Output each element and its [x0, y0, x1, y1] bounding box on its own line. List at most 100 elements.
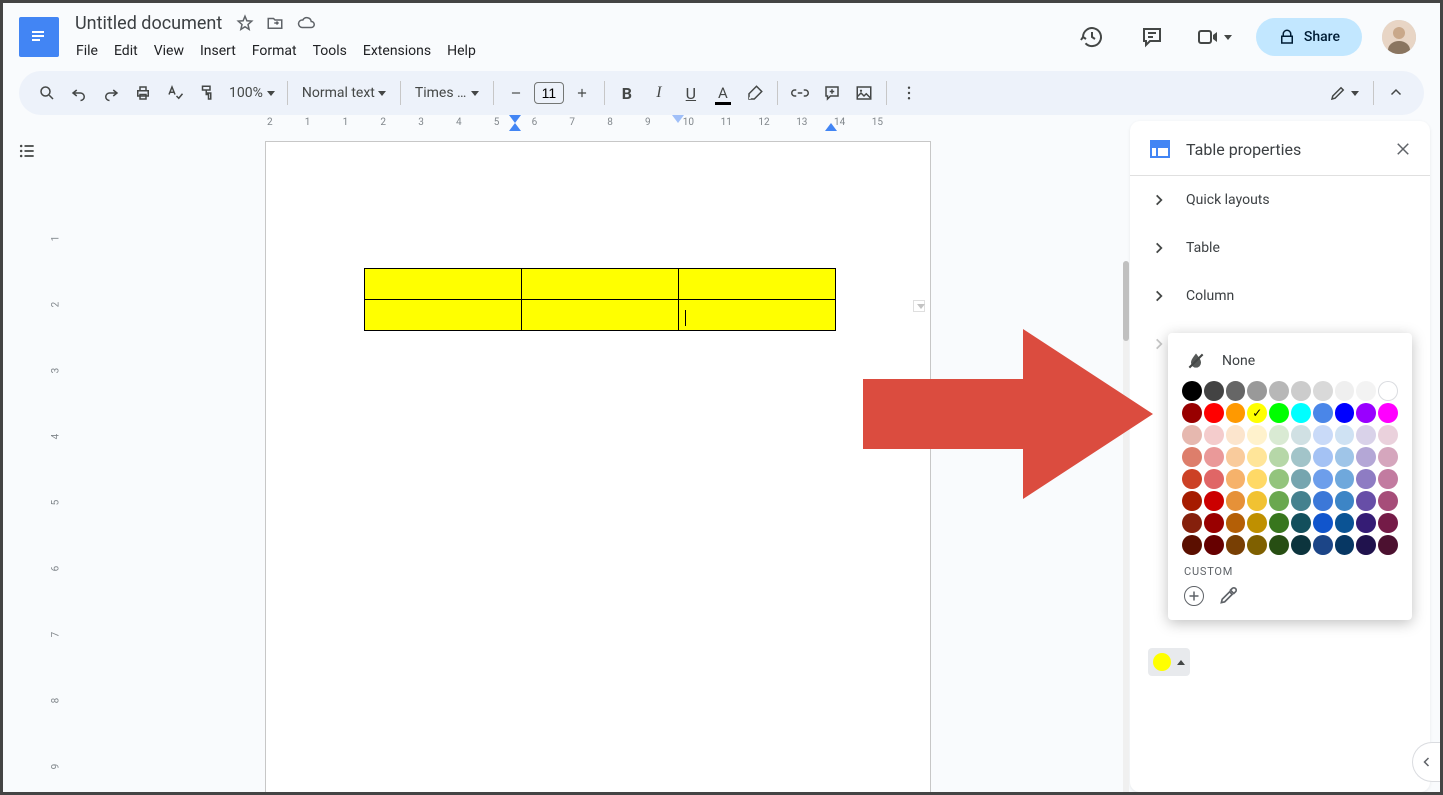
color-swatch[interactable] [1182, 513, 1202, 533]
menu-insert[interactable]: Insert [193, 39, 243, 63]
comments-icon[interactable] [1132, 17, 1172, 57]
color-swatch[interactable] [1247, 447, 1267, 467]
highlight-icon[interactable] [741, 79, 769, 107]
color-swatch[interactable] [1269, 513, 1289, 533]
color-swatch[interactable] [1291, 491, 1311, 511]
color-swatch[interactable]: ✓ [1247, 403, 1267, 423]
print-icon[interactable] [129, 79, 157, 107]
menu-extensions[interactable]: Extensions [356, 39, 438, 63]
font-dropdown[interactable]: Times … [407, 85, 487, 101]
undo-icon[interactable] [65, 79, 93, 107]
menu-tools[interactable]: Tools [306, 39, 354, 63]
menu-view[interactable]: View [147, 39, 191, 63]
color-swatch[interactable] [1269, 469, 1289, 489]
doc-title[interactable]: Untitled document [69, 11, 228, 36]
color-swatch[interactable] [1291, 403, 1311, 423]
outline-toggle-icon[interactable] [9, 133, 45, 169]
font-size-increase[interactable] [568, 79, 596, 107]
spellcheck-icon[interactable] [161, 79, 189, 107]
document-table[interactable] [364, 268, 836, 331]
collapse-toolbar-icon[interactable] [1382, 79, 1410, 107]
color-swatch[interactable] [1378, 403, 1398, 423]
underline-icon[interactable]: U [677, 79, 705, 107]
color-swatch[interactable] [1182, 403, 1202, 423]
color-swatch[interactable] [1269, 491, 1289, 511]
color-swatch[interactable] [1356, 403, 1376, 423]
color-swatch[interactable] [1313, 447, 1333, 467]
bold-icon[interactable]: B [613, 79, 641, 107]
color-swatch[interactable] [1335, 469, 1355, 489]
cloud-status-icon[interactable] [296, 14, 316, 32]
color-swatch[interactable] [1291, 425, 1311, 445]
table-cell[interactable] [365, 300, 522, 331]
table-cell[interactable] [679, 269, 836, 300]
color-swatch[interactable] [1313, 513, 1333, 533]
close-icon[interactable] [1394, 140, 1412, 158]
color-swatch[interactable] [1226, 403, 1246, 423]
color-swatch[interactable] [1335, 381, 1355, 401]
zoom-dropdown[interactable]: 100% [223, 85, 281, 101]
redo-icon[interactable] [97, 79, 125, 107]
table-cell[interactable] [365, 269, 522, 300]
color-swatch[interactable] [1247, 535, 1267, 555]
indent-marker-right-bottom[interactable] [825, 123, 837, 131]
section-column[interactable]: Column [1130, 272, 1430, 320]
table-row[interactable] [365, 300, 836, 331]
more-icon[interactable] [895, 79, 923, 107]
indent-marker-margin-top[interactable] [672, 115, 684, 123]
color-swatch[interactable] [1226, 447, 1246, 467]
color-swatch[interactable] [1182, 491, 1202, 511]
table-cell[interactable] [679, 300, 836, 331]
color-none-option[interactable]: None [1182, 341, 1398, 381]
color-swatch[interactable] [1204, 469, 1224, 489]
color-swatch[interactable] [1204, 491, 1224, 511]
menu-format[interactable]: Format [245, 39, 304, 63]
color-swatch[interactable] [1269, 425, 1289, 445]
section-table[interactable]: Table [1130, 224, 1430, 272]
link-icon[interactable] [786, 79, 814, 107]
color-swatch[interactable] [1182, 447, 1202, 467]
color-swatch[interactable] [1335, 447, 1355, 467]
star-icon[interactable] [236, 14, 254, 32]
color-swatch[interactable] [1204, 381, 1224, 401]
color-swatch[interactable] [1226, 469, 1246, 489]
color-swatch[interactable] [1335, 491, 1355, 511]
color-swatch[interactable] [1378, 469, 1398, 489]
history-icon[interactable] [1072, 17, 1112, 57]
horizontal-ruler[interactable]: 21123456789101112131415 [51, 115, 1130, 135]
color-swatch[interactable] [1182, 535, 1202, 555]
color-swatch[interactable] [1335, 535, 1355, 555]
color-swatch[interactable] [1356, 381, 1376, 401]
color-swatch[interactable] [1378, 535, 1398, 555]
menu-file[interactable]: File [69, 39, 105, 63]
color-swatch[interactable] [1204, 403, 1224, 423]
color-swatch[interactable] [1356, 491, 1376, 511]
color-swatch[interactable] [1247, 381, 1267, 401]
account-avatar[interactable] [1382, 20, 1416, 54]
eyedropper-icon[interactable] [1218, 586, 1238, 606]
color-swatch[interactable] [1247, 491, 1267, 511]
color-swatch[interactable] [1378, 513, 1398, 533]
search-icon[interactable] [33, 79, 61, 107]
docs-logo[interactable] [19, 17, 59, 57]
row-handle-icon[interactable] [913, 300, 925, 312]
text-color-icon[interactable]: A [709, 79, 737, 107]
add-custom-color-icon[interactable] [1184, 586, 1204, 606]
color-swatch[interactable] [1356, 513, 1376, 533]
color-swatch[interactable] [1204, 425, 1224, 445]
color-swatch[interactable] [1356, 447, 1376, 467]
color-swatch[interactable] [1313, 403, 1333, 423]
color-swatch[interactable] [1356, 469, 1376, 489]
color-swatch[interactable] [1378, 491, 1398, 511]
color-swatch[interactable] [1313, 535, 1333, 555]
section-quick-layouts[interactable]: Quick layouts [1130, 176, 1430, 224]
color-swatch[interactable] [1226, 513, 1246, 533]
color-swatch[interactable] [1269, 403, 1289, 423]
cell-bg-color-button[interactable] [1148, 648, 1190, 676]
color-swatch[interactable] [1335, 425, 1355, 445]
indent-marker-left-bottom[interactable] [509, 123, 521, 131]
color-swatch[interactable] [1226, 425, 1246, 445]
paragraph-style-dropdown[interactable]: Normal text [294, 85, 394, 101]
color-swatch[interactable] [1313, 381, 1333, 401]
document-page[interactable] [265, 141, 931, 792]
